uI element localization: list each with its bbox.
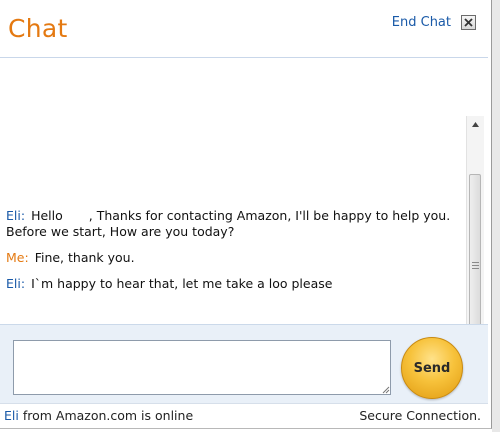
chat-title: Chat bbox=[8, 14, 68, 43]
message-text: Hello bbox=[31, 208, 63, 223]
message-item: Eli: Hello , Thanks for contacting Amazon,… bbox=[6, 208, 458, 224]
status-bar: Eli from Amazon.com is online Secure Con… bbox=[0, 403, 488, 428]
message-speaker: Eli: bbox=[6, 276, 26, 291]
end-chat-link[interactable]: End Chat bbox=[392, 15, 451, 30]
agent-status: Eli from Amazon.com is online bbox=[4, 408, 193, 423]
message-input[interactable] bbox=[13, 340, 391, 395]
scroll-up-arrow-icon[interactable] bbox=[467, 116, 484, 133]
chat-window: Chat End Chat Eli: Hello , Thanks for cont… bbox=[0, 0, 492, 429]
message-text: I`m happy to hear that, let me take a lo… bbox=[31, 276, 333, 291]
message-list: Eli: Hello , Thanks for contacting Amazon,… bbox=[6, 208, 458, 302]
message-text: Before we start, How are you today? bbox=[6, 224, 235, 239]
message-item: Me: Fine, thank you. bbox=[6, 250, 458, 266]
message-text: , Thanks for contacting Amazon, I'll be … bbox=[88, 208, 451, 223]
message-speaker: Eli: bbox=[6, 208, 26, 223]
secure-connection-label: Secure Connection. bbox=[359, 408, 481, 423]
online-status-text: from Amazon.com is online bbox=[22, 408, 194, 423]
outer-background bbox=[492, 0, 500, 432]
compose-area: Send bbox=[0, 324, 488, 403]
message-speaker: Me: bbox=[6, 250, 29, 265]
agent-name: Eli bbox=[4, 408, 19, 423]
message-item: Eli: I`m happy to hear that, let me take … bbox=[6, 276, 458, 292]
resize-grip-icon[interactable] bbox=[382, 386, 390, 394]
message-item: Before we start, How are you today? bbox=[6, 224, 458, 240]
message-text: Fine, thank you. bbox=[34, 250, 135, 265]
close-icon[interactable] bbox=[461, 15, 476, 30]
send-button[interactable]: Send bbox=[401, 337, 463, 399]
